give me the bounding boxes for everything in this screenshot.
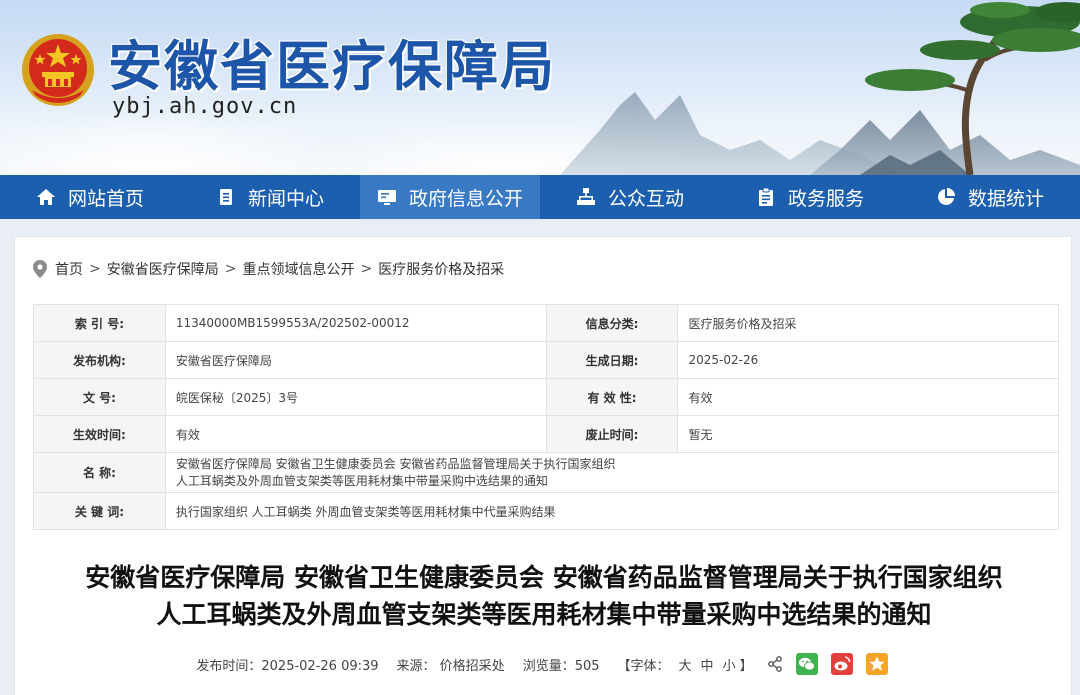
- date-label: 生成日期:: [545, 341, 679, 379]
- category-value: 医疗服务价格及招采: [677, 304, 1059, 342]
- article-source: 来源： 价格招采处: [396, 658, 505, 674]
- weibo-share-button[interactable]: [830, 653, 853, 675]
- star-icon: [869, 656, 885, 671]
- view-count: 浏览量：505: [522, 658, 600, 674]
- breadcrumb-bureau[interactable]: 安徽省医疗保障局: [107, 259, 219, 279]
- breadcrumb-key-areas[interactable]: 重点领域信息公开: [242, 259, 354, 279]
- breadcrumb: 首页 > 安徽省医疗保障局 > 重点领域信息公开 > 医疗服务价格及招采: [33, 259, 504, 279]
- validity-label: 有 效 性:: [545, 378, 679, 416]
- date-value: 2025-02-26: [677, 341, 1059, 379]
- landscape-pine-decoration: [560, 2, 1080, 175]
- main-nav: 网站首页 新闻中心 政府信息公开 公众互动 政务服务 数据统计: [0, 175, 1080, 219]
- font-medium-button[interactable]: 中: [701, 655, 714, 674]
- validity-value: 有效: [677, 378, 1059, 416]
- nav-label: 网站首页: [67, 187, 144, 210]
- article-title-line: 安徽省医疗保障局 安徽省卫生健康委员会 安徽省药品监督管理局关于执行国家组织: [85, 563, 1003, 592]
- effective-value: 有效: [164, 415, 547, 453]
- publish-time: 发布时间：2025-02-26 09:39: [196, 658, 379, 674]
- publisher-value: 安徽省医疗保障局: [164, 341, 547, 379]
- nav-home[interactable]: 网站首页: [0, 175, 180, 219]
- pie-chart-icon: [936, 187, 956, 207]
- font-size-suffix: 】: [739, 658, 753, 674]
- meta-row: 发布机构: 安徽省医疗保障局 生成日期: 2025-02-26: [33, 341, 1059, 379]
- publisher-label: 发布机构:: [33, 341, 166, 379]
- keywords-label: 关 键 词:: [33, 492, 166, 530]
- site-title: 安徽省医疗保障局: [108, 35, 556, 98]
- name-line: 安徽省医疗保障局 安徽省卫生健康委员会 安徽省药品监督管理局关于执行国家组织: [175, 456, 616, 471]
- location-pin-icon: [33, 260, 47, 278]
- font-small-button[interactable]: 小: [723, 655, 736, 674]
- org-chart-icon: [576, 187, 596, 207]
- breadcrumb-home[interactable]: 首页: [55, 259, 83, 279]
- document-meta-table: 索 引 号: 11340000MB1599553A/202502-00012 信…: [33, 304, 1060, 530]
- nav-services[interactable]: 政务服务: [720, 175, 900, 219]
- nav-news[interactable]: 新闻中心: [180, 175, 360, 219]
- wechat-icon: [798, 657, 815, 671]
- nav-gov-info[interactable]: 政府信息公开: [360, 175, 540, 219]
- meta-row: 生效时间: 有效 废止时间: 暂无: [33, 415, 1059, 453]
- meta-row: 名 称: 安徽省医疗保障局 安徽省卫生健康委员会 安徽省药品监督管理局关于执行国…: [33, 452, 1060, 493]
- nav-label: 政府信息公开: [408, 187, 523, 210]
- site-domain: ybj.ah.gov.cn: [112, 94, 298, 119]
- favorite-button[interactable]: [865, 653, 888, 675]
- name-label: 名 称:: [33, 452, 166, 493]
- nav-interaction[interactable]: 公众互动: [540, 175, 720, 219]
- meta-row: 索 引 号: 11340000MB1599553A/202502-00012 信…: [33, 304, 1059, 342]
- document-icon: [216, 187, 236, 207]
- home-icon: [36, 187, 56, 207]
- wechat-share-button[interactable]: [795, 653, 818, 675]
- nav-label: 数据统计: [967, 187, 1044, 210]
- breadcrumb-current[interactable]: 医疗服务价格及招采: [378, 259, 504, 279]
- meta-row: 文 号: 皖医保秘〔2025〕3号 有 效 性: 有效: [33, 378, 1059, 416]
- content-panel: 首页 > 安徽省医疗保障局 > 重点领域信息公开 > 医疗服务价格及招采 索 引…: [14, 236, 1072, 695]
- index-value: 11340000MB1599553A/202502-00012: [164, 304, 547, 342]
- category-label: 信息分类:: [545, 304, 679, 342]
- name-line: 人工耳蜗类及外周血管支架类等医用耗材集中带量采购中选结果的通知: [175, 473, 548, 488]
- nav-statistics[interactable]: 数据统计: [900, 175, 1080, 219]
- site-header: 安徽省医疗保障局 ybj.ah.gov.cn: [0, 0, 1080, 175]
- article-title: 安徽省医疗保障局 安徽省卫生健康委员会 安徽省药品监督管理局关于执行国家组织 人…: [15, 559, 1073, 633]
- breadcrumb-separator: >: [360, 261, 373, 277]
- breadcrumb-separator: >: [89, 261, 101, 277]
- nav-label: 公众互动: [607, 187, 684, 210]
- docno-value: 皖医保秘〔2025〕3号: [164, 378, 547, 416]
- share-icon[interactable]: [767, 656, 783, 672]
- weibo-icon: [834, 656, 850, 671]
- meta-row: 关 键 词: 执行国家组织 人工耳蜗类 外周血管支架类等医用耗材集中代量采购结果: [33, 492, 1060, 530]
- national-emblem-icon: [22, 34, 94, 106]
- breadcrumb-separator: >: [224, 261, 237, 277]
- index-label: 索 引 号:: [33, 304, 166, 342]
- effective-label: 生效时间:: [33, 415, 166, 453]
- docno-label: 文 号:: [33, 378, 166, 416]
- expire-value: 暂无: [677, 415, 1059, 453]
- article-title-line: 人工耳蜗类及外周血管支架类等医用耗材集中带量采购中选结果的通知: [156, 600, 932, 629]
- clipboard-icon: [756, 187, 776, 207]
- article-meta: 发布时间：2025-02-26 09:39 来源： 价格招采处 浏览量：505 …: [15, 653, 1073, 675]
- font-size-prefix: 【字体：: [617, 658, 670, 674]
- name-value: 安徽省医疗保障局 安徽省卫生健康委员会 安徽省药品监督管理局关于执行国家组织 人…: [164, 452, 1060, 493]
- nav-label: 新闻中心: [247, 187, 324, 210]
- expire-label: 废止时间:: [545, 415, 679, 453]
- font-large-button[interactable]: 大: [679, 655, 692, 674]
- nav-label: 政务服务: [787, 187, 864, 210]
- keywords-value: 执行国家组织 人工耳蜗类 外周血管支架类等医用耗材集中代量采购结果: [164, 492, 1060, 530]
- monitor-icon: [377, 187, 397, 207]
